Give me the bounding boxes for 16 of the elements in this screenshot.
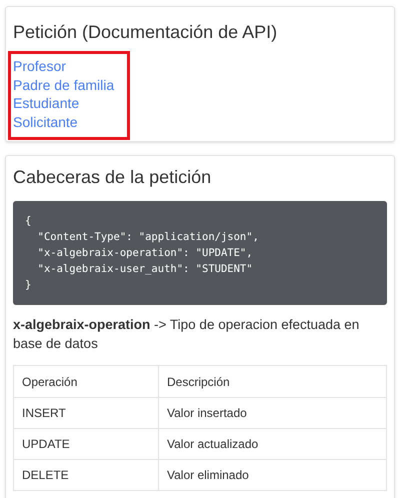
description-text: x-algebraix-operation -> Tipo de operacion efectuada en base de datos xyxy=(13,316,360,353)
column-header: Descripción xyxy=(158,366,386,398)
table-cell: Valor insertado xyxy=(158,398,386,428)
table-cell: UPDATE xyxy=(14,428,158,460)
role-link[interactable]: Profesor xyxy=(13,57,66,76)
table-cell: Valor actualizado xyxy=(158,428,386,460)
card-title: Cabeceras de la petición xyxy=(13,166,212,188)
role-link[interactable]: Padre de familia xyxy=(13,76,114,94)
role-link[interactable]: Solicitante xyxy=(13,112,78,131)
table-cell: DELETE xyxy=(14,460,158,490)
column-header: Operación xyxy=(14,366,158,398)
table-cell: Valor eliminado xyxy=(158,460,386,490)
code-block: { "Content-Type": "application/json", "x-algebraix-operation": "UPDATE", "x-algebraix-user_auth": "STUDENT" } xyxy=(13,201,387,305)
card-title: Petición (Documentación de API) xyxy=(13,21,278,43)
role-link[interactable]: Estudiante xyxy=(13,94,80,112)
table-cell: INSERT xyxy=(14,398,158,428)
